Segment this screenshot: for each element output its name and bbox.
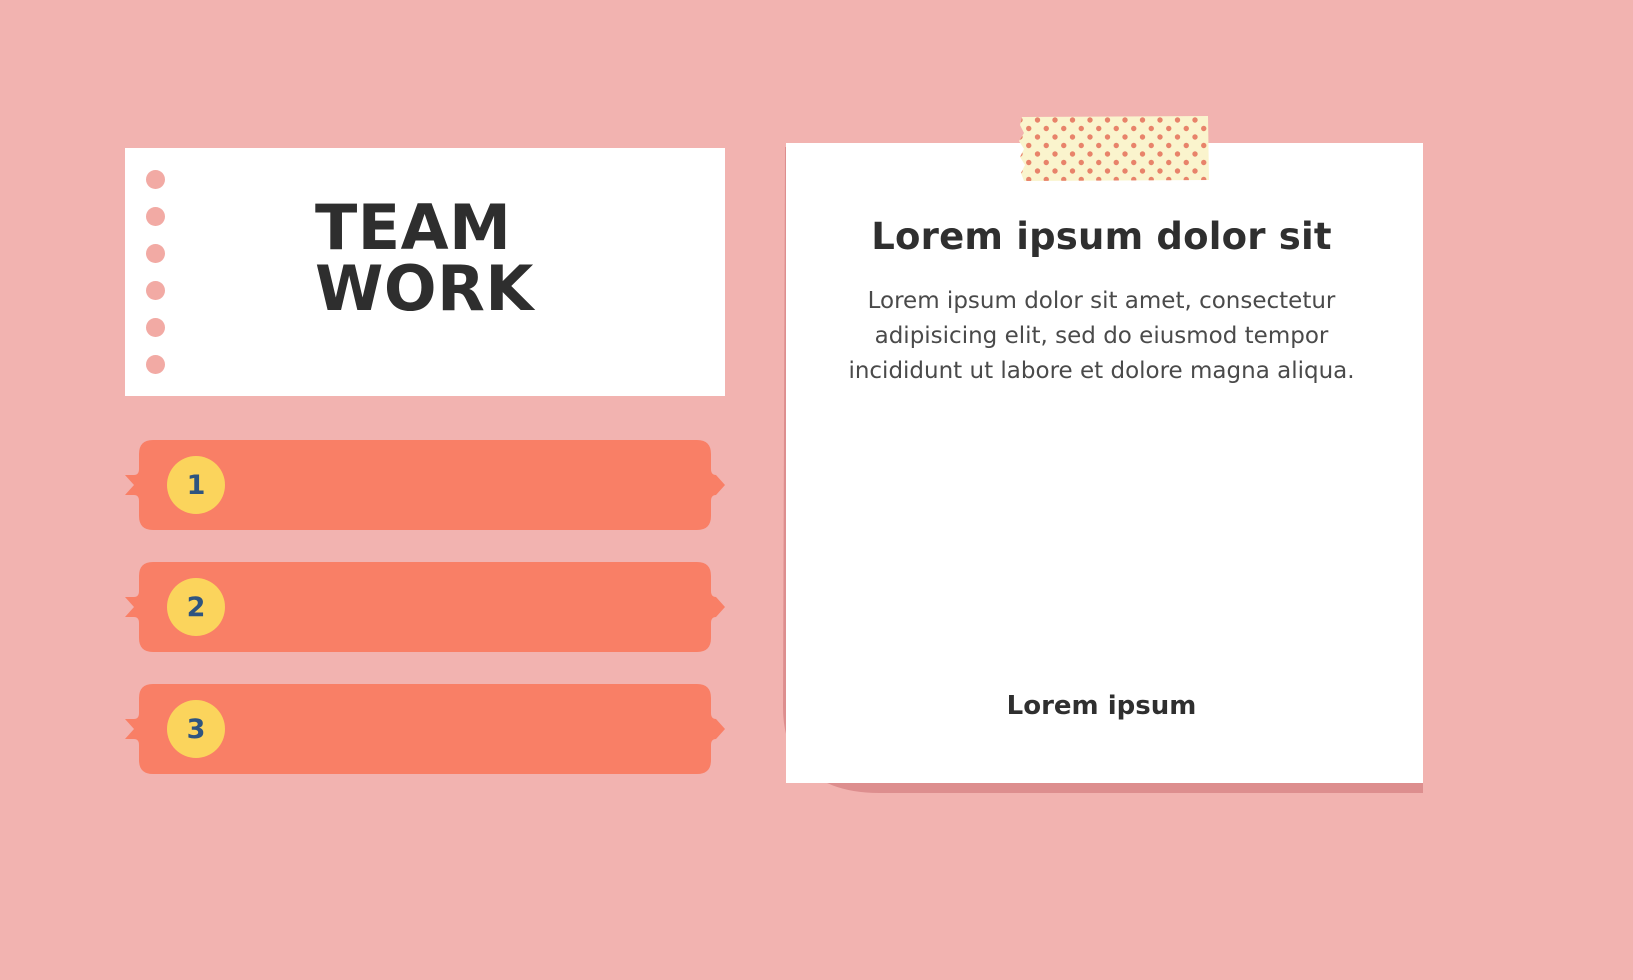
circle-hole-icon [145,281,165,300]
circle-hole-icon [145,355,165,374]
page-title-line-2: WORK [315,251,534,325]
poster-canvas: TEAM WORK 1 2 3 Lorem ipsum dolor sit Lo… [0,0,1633,980]
circle-hole-icon [145,207,165,226]
page-title-line-1: TEAM [315,191,512,264]
note-heading: Lorem ipsum dolor sit [871,215,1332,258]
numbered-ribbon-list: 1 2 3 [125,440,725,806]
list-item-number-badge: 2 [167,578,225,636]
circle-hole-icon [145,318,165,337]
circle-hole-icon [145,244,165,263]
list-item[interactable]: 2 [125,562,725,652]
team-work-title-card: TEAM WORK [125,148,725,396]
sticky-note-card: Lorem ipsum dolor sit Lorem ipsum dolor … [783,143,1423,793]
page-title: TEAM WORK [315,191,695,325]
list-item[interactable]: 3 [125,684,725,774]
note-content: Lorem ipsum dolor sit Lorem ipsum dolor … [783,143,1420,783]
list-item-number-badge: 3 [167,700,225,758]
note-body-text: Lorem ipsum dolor sit amet, consectetur … [848,288,1355,384]
washi-tape-icon [1019,116,1209,181]
note-footer-text: Lorem ipsum [1006,691,1197,721]
punch-hole-strip [143,170,167,374]
list-item-number-badge: 1 [167,456,225,514]
list-item[interactable]: 1 [125,440,725,530]
circle-hole-icon [145,170,165,189]
